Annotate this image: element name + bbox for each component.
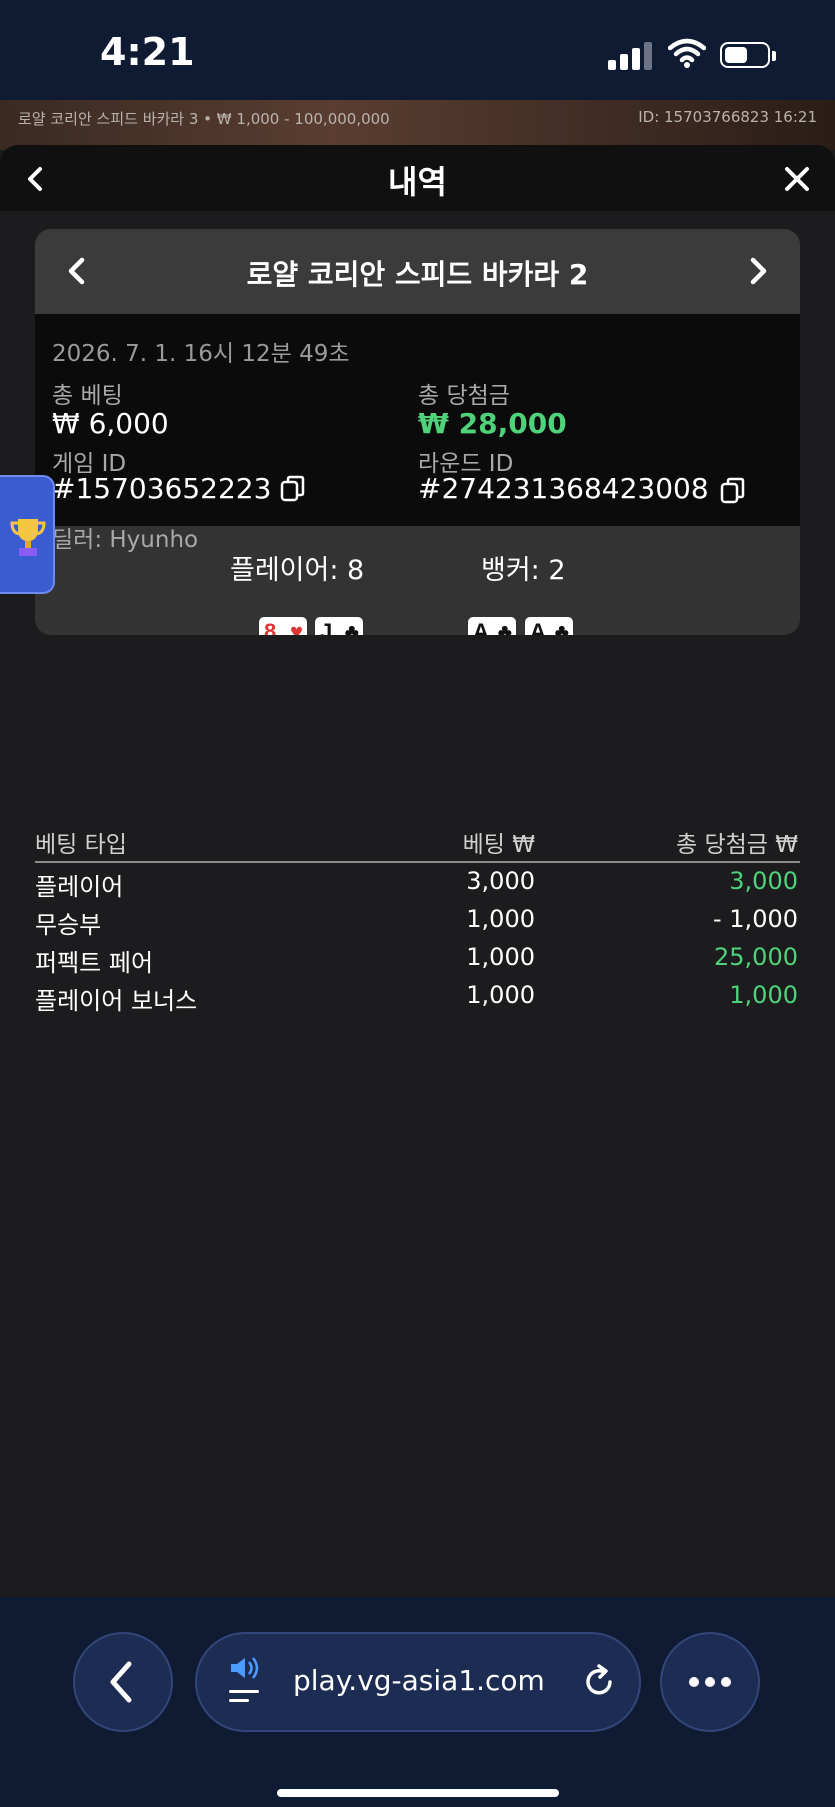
- battery-icon: [720, 42, 776, 70]
- history-sheet: 내역 로얄 코리안 스피드 바카라 2 2026. 7. 1. 16시 12분 …: [0, 145, 835, 1595]
- banker-card-2: A♣ ♣A: [525, 617, 573, 635]
- total-bet-label: 총 베팅: [52, 383, 123, 409]
- col-bet-type: 베팅 타입: [35, 832, 127, 858]
- wifi-icon: [668, 38, 706, 68]
- table-row: 퍼펙트 페어 1,000 25,000: [35, 939, 800, 977]
- hand-results: 플레이어: 8 뱅커: 2 8♥ ♥8 J♣ ♣J A♣ ♣A A♣ ♣A: [35, 526, 800, 635]
- total-win-label: 총 당첨금: [418, 383, 510, 409]
- table-row: 무승부 1,000 - 1,000: [35, 901, 800, 939]
- game-info-strip: 로얄 코리안 스피드 바카라 3 • ₩ 1,000 - 100,000,000…: [0, 100, 835, 150]
- copy-round-id-icon[interactable]: [720, 477, 746, 505]
- address-bar[interactable]: play.vg-asia1.com: [195, 1632, 641, 1732]
- table-row: 플레이어 보너스 1,000 1,000: [35, 977, 800, 1015]
- win-amount-cell: 3,000: [729, 867, 798, 895]
- game-name: 로얄 코리안 스피드 바카라 2: [246, 258, 589, 291]
- cellular-signal-icon: [608, 40, 654, 70]
- card-game-nav: 로얄 코리안 스피드 바카라 2: [35, 229, 800, 314]
- total-win-value: ₩ 28,000: [418, 407, 567, 440]
- win-amount-cell: 1,000: [729, 981, 798, 1009]
- win-amount-cell: - 1,000: [713, 905, 798, 933]
- bet-amount-cell: 1,000: [466, 905, 535, 933]
- home-indicator[interactable]: [277, 1789, 559, 1797]
- trophy-side-tab[interactable]: [0, 475, 55, 594]
- copy-game-id-icon[interactable]: [280, 475, 306, 503]
- win-amount-cell: 25,000: [714, 943, 798, 971]
- bet-breakdown-table: 베팅 타입 베팅 ₩ 총 당첨금 ₩ 플레이어 3,000 3,000 무승부 1,00…: [35, 825, 800, 1015]
- session-id-text: ID: 15703766823 16:21: [638, 108, 817, 126]
- round-id-value: #274231368423008: [418, 472, 709, 505]
- player-card-1: 8♥ ♥8: [259, 617, 307, 635]
- bet-type-cell: 무승부: [35, 911, 102, 939]
- bet-amount-cell: 1,000: [466, 981, 535, 1009]
- bet-amount-cell: 1,000: [466, 943, 535, 971]
- player-card-2: J♣ ♣J: [315, 617, 363, 635]
- page-title: 내역: [388, 163, 447, 201]
- table-limits-text: 로얄 코리안 스피드 바카라 3 • ₩ 1,000 - 100,000,000: [18, 110, 390, 128]
- url-text: play.vg-asia1.com: [293, 1664, 545, 1697]
- round-detail-card: 로얄 코리안 스피드 바카라 2 2026. 7. 1. 16시 12분 49초…: [35, 229, 800, 635]
- bet-amount-cell: 3,000: [466, 867, 535, 895]
- col-win-amount: 총 당첨금 ₩: [675, 832, 798, 858]
- table-header: 베팅 타입 베팅 ₩ 총 당첨금 ₩: [35, 825, 800, 863]
- banker-card-1: A♣ ♣A: [468, 617, 516, 635]
- back-arrow-icon: [110, 1661, 132, 1703]
- table-row: 플레이어 3,000 3,000: [35, 863, 800, 901]
- status-time: 4:21: [100, 30, 195, 74]
- browser-back-button[interactable]: [73, 1632, 173, 1732]
- bet-type-cell: 플레이어: [35, 873, 124, 901]
- col-bet-amount: 베팅 ₩: [462, 832, 535, 858]
- audio-playing-icon: [229, 1657, 259, 1702]
- status-bar: 4:21: [0, 0, 835, 100]
- sheet-header: 내역: [0, 145, 835, 211]
- bet-type-cell: 플레이어 보너스: [35, 987, 198, 1015]
- close-icon[interactable]: [779, 161, 815, 197]
- player-score-label: 플레이어: 8: [230, 555, 365, 586]
- reload-icon[interactable]: [579, 1662, 619, 1702]
- bet-type-cell: 퍼펙트 페어: [35, 949, 154, 977]
- next-round-chevron-icon[interactable]: [740, 253, 776, 289]
- total-bet-value: ₩ 6,000: [52, 407, 169, 440]
- round-datetime: 2026. 7. 1. 16시 12분 49초: [52, 341, 350, 367]
- game-id-value: #15703652223: [52, 472, 272, 505]
- banker-score-label: 뱅커: 2: [481, 555, 566, 586]
- round-info: 2026. 7. 1. 16시 12분 49초 총 베팅 ₩ 6,000 총 당…: [35, 314, 800, 553]
- browser-toolbar: play.vg-asia1.com: [0, 1597, 835, 1807]
- browser-more-button[interactable]: [660, 1632, 760, 1732]
- more-dots-icon: [689, 1677, 731, 1687]
- trophy-icon: [10, 519, 46, 556]
